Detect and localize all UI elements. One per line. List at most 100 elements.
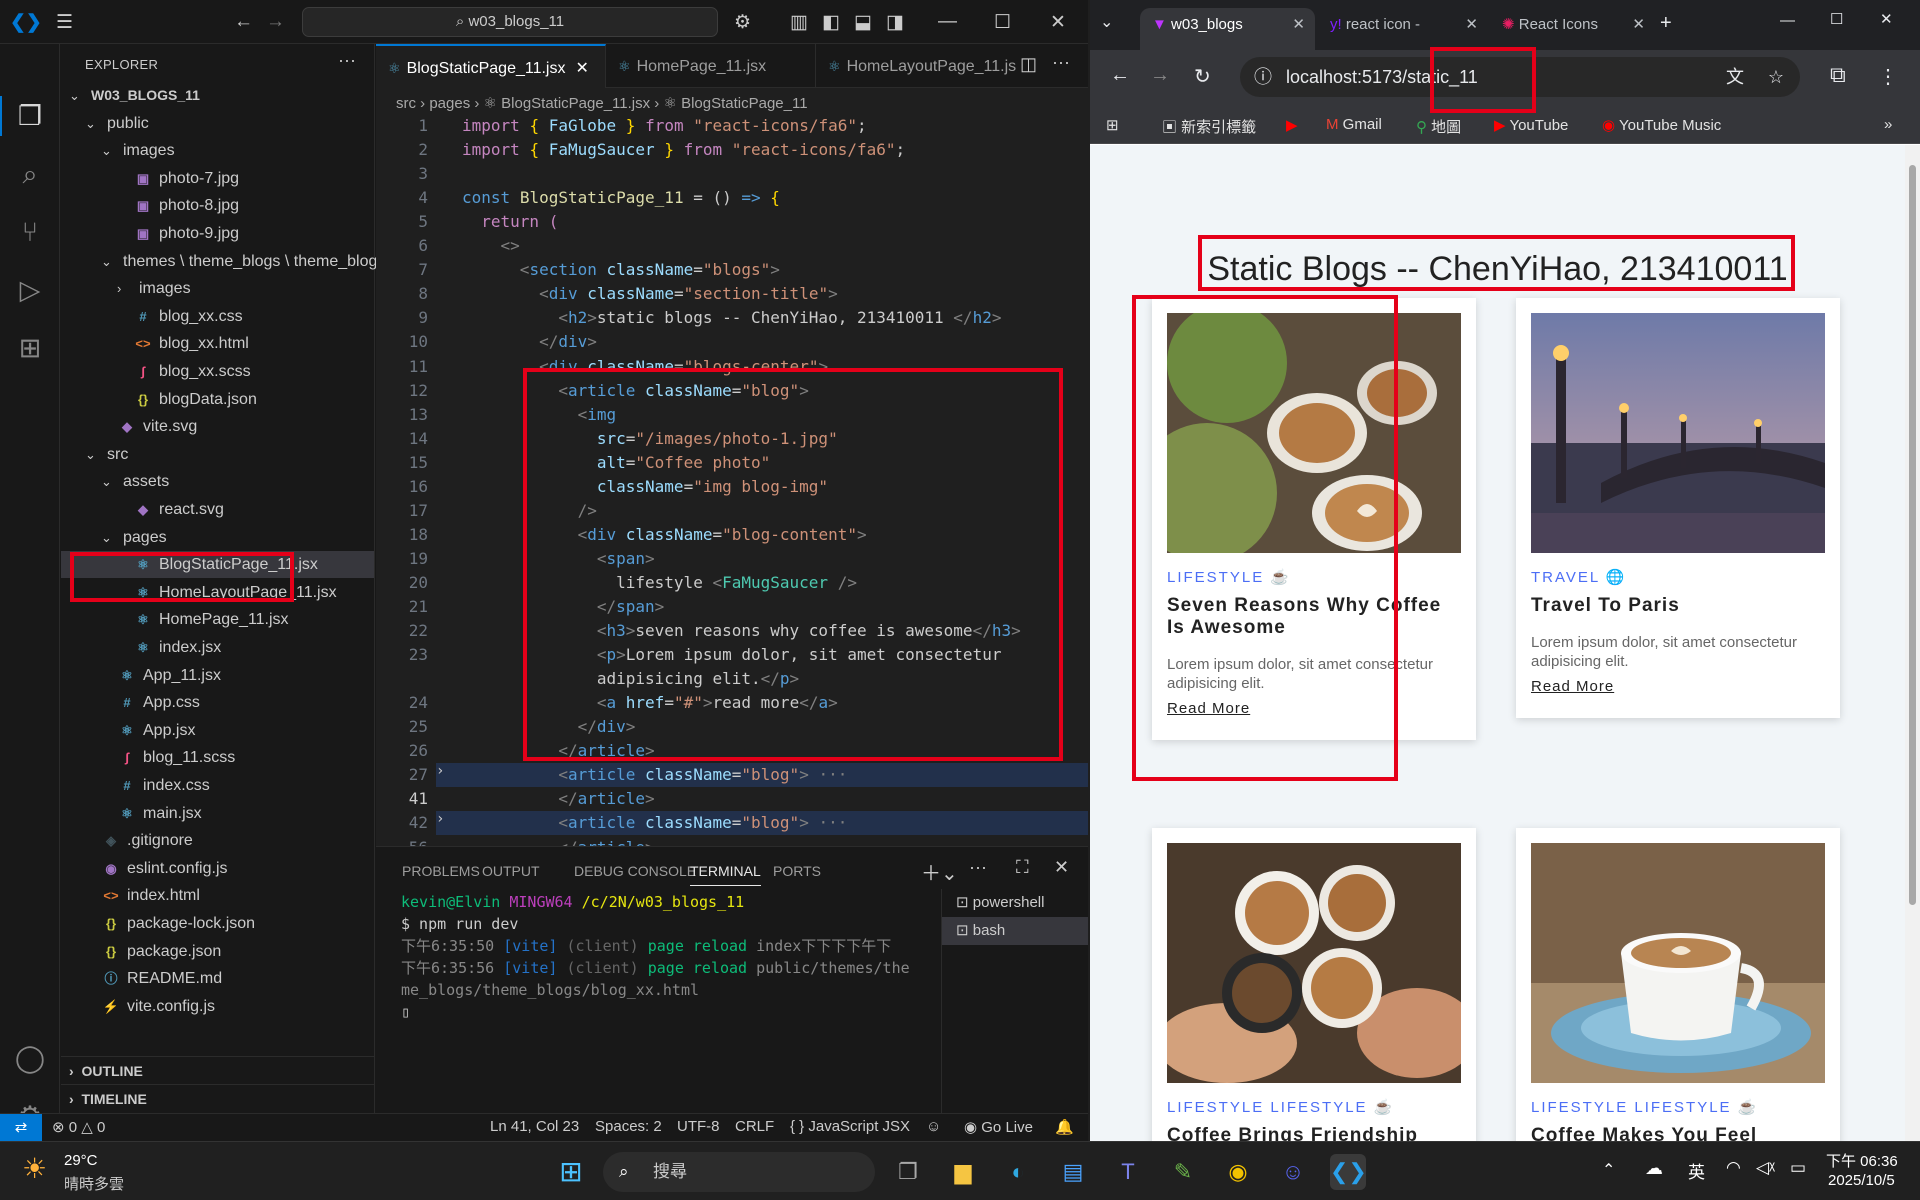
tree-file[interactable]: ▣ photo-8.jpg	[61, 192, 374, 219]
tree-file[interactable]: # index.css	[61, 772, 374, 799]
code-line[interactable]: <article className="blog"> ···	[436, 763, 1088, 788]
clock-time[interactable]: 下午 06:36	[1826, 1150, 1898, 1171]
tab-search-icon[interactable]: ⌄	[1100, 12, 1113, 32]
menu-icon[interactable]: ☰	[56, 11, 73, 34]
bookmark-gmail[interactable]: M Gmail	[1326, 116, 1382, 133]
notifications-icon[interactable]: 🔔	[1055, 1118, 1074, 1136]
breadcrumb[interactable]: src › pages › ⚛ BlogStaticPage_11.jsx › …	[396, 94, 808, 112]
minimize-icon[interactable]: —	[938, 11, 957, 33]
bookmarks-overflow-icon[interactable]: »	[1884, 116, 1892, 133]
tree-file[interactable]: ⚡ vite.config.js	[61, 993, 374, 1020]
split-editor-icon[interactable]: ◫	[1020, 54, 1037, 75]
tree-file[interactable]: ʃ blog_xx.scss	[61, 358, 374, 385]
toggle-secondary-sidebar-icon[interactable]: ◨	[886, 11, 904, 34]
back-icon[interactable]: ←	[1110, 64, 1130, 87]
terminal-item-bash[interactable]: ⊡ bash	[942, 917, 1088, 945]
tree-file[interactable]: ◉ eslint.config.js	[61, 855, 374, 882]
search-icon[interactable]: ⌕	[12, 156, 48, 192]
windows-start-icon[interactable]: ⊞	[553, 1154, 589, 1190]
tab-close-icon[interactable]: ✕	[575, 60, 588, 77]
panel-tab-output[interactable]: OUTPUT	[482, 863, 540, 879]
chrome-icon[interactable]: ◉	[1220, 1154, 1256, 1190]
terminal-item-powershell[interactable]: ⊡ powershell	[942, 889, 1088, 917]
bookmark-star-icon[interactable]: ☆	[1768, 57, 1784, 97]
remote-icon[interactable]: ⇄	[0, 1114, 42, 1142]
toggle-sidebar-icon[interactable]: ◧	[822, 11, 840, 34]
tree-folder[interactable]: ⌄ pages	[61, 524, 374, 551]
language-status[interactable]: { } JavaScript JSX	[790, 1118, 910, 1135]
code-line[interactable]: <h2>static blogs -- ChenYiHao, 213410011…	[462, 306, 1001, 330]
source-control-icon[interactable]: ⑂	[12, 214, 48, 250]
tree-file[interactable]: ⚛ main.jsx	[61, 800, 374, 827]
account-icon[interactable]: ◯	[12, 1040, 48, 1076]
tree-file[interactable]: ⚛ HomePage_11.jsx	[61, 606, 374, 633]
code-line[interactable]: </div>	[462, 330, 597, 354]
notepad-icon[interactable]: ✎	[1165, 1154, 1201, 1190]
tree-file[interactable]: {} package-lock.json	[61, 910, 374, 937]
weather-icon[interactable]: ☀	[22, 1152, 47, 1185]
explorer-icon[interactable]: ❐	[12, 98, 48, 134]
translate-icon[interactable]: 文	[1726, 57, 1744, 97]
panel-tab-problems[interactable]: PROBLEMS	[402, 863, 480, 879]
tree-file[interactable]: # blog_xx.css	[61, 303, 374, 330]
temperature[interactable]: 29°C	[64, 1152, 98, 1169]
tree-folder[interactable]: ⌄ public	[61, 110, 374, 137]
maximize-panel-icon[interactable]: ⛶	[1016, 857, 1029, 878]
tab-close-icon[interactable]: ✕	[1632, 8, 1645, 42]
ime-indicator[interactable]: 英	[1688, 1158, 1705, 1183]
tab-close-icon[interactable]: ✕	[1292, 8, 1305, 42]
panel-more-icon[interactable]: ···	[969, 857, 987, 878]
code-line[interactable]: const BlogStaticPage_11 = () => {	[462, 186, 780, 210]
tree-folder[interactable]: › images	[61, 275, 374, 302]
panel-tab-ports[interactable]: PORTS	[773, 863, 821, 879]
battery-icon[interactable]: ▭	[1790, 1158, 1806, 1178]
extensions-icon[interactable]: ⊞	[12, 330, 48, 366]
file-explorer-icon[interactable]: ▆	[945, 1154, 981, 1190]
tree-file[interactable]: {} blogData.json	[61, 386, 374, 413]
code-line[interactable]: <article className="blog"> ···	[436, 811, 1088, 836]
panel-tab-terminal[interactable]: TERMINAL	[690, 863, 761, 886]
tree-file[interactable]: ◆ react.svg	[61, 496, 374, 523]
new-terminal-icon[interactable]: ＋⌄	[921, 857, 958, 886]
tree-folder[interactable]: ⌄ W03_BLOGS_11	[61, 82, 374, 109]
code-line[interactable]: import { FaGlobe } from "react-icons/fa6…	[462, 114, 867, 138]
forward-icon[interactable]: →	[1150, 64, 1170, 87]
fold-chevron-icon[interactable]: ›	[436, 811, 444, 827]
discord-icon[interactable]: ☺	[1275, 1154, 1311, 1190]
fold-chevron-icon[interactable]: ›	[436, 763, 444, 779]
golive-button[interactable]: ◉ Go Live	[964, 1118, 1033, 1136]
tab-homelayoutpage[interactable]: ⚛ HomeLayoutPage_11.js	[816, 44, 1016, 88]
timeline-section[interactable]: › TIMELINE	[61, 1084, 374, 1112]
site-info-icon[interactable]: ⓘ	[1254, 57, 1272, 97]
close-panel-icon[interactable]: ✕	[1054, 857, 1069, 878]
maximize-icon[interactable]: ☐	[994, 11, 1011, 34]
wifi-icon[interactable]: ◠	[1726, 1158, 1741, 1178]
terminal-output[interactable]: kevin@Elvin MINGW64 /c/2N/w03_blogs_11 $…	[401, 891, 961, 1023]
tree-file[interactable]: {} package.json	[61, 938, 374, 965]
browser-tab[interactable]: ✺ React Icons ✕	[1490, 8, 1655, 50]
tray-overflow-icon[interactable]: ⌃	[1602, 1160, 1615, 1180]
minimize-icon[interactable]: —	[1780, 12, 1795, 29]
code-line[interactable]: <section className="blogs">	[462, 258, 780, 282]
weather-desc[interactable]: 晴時多雲	[64, 1173, 124, 1194]
eol-status[interactable]: CRLF	[735, 1118, 774, 1135]
tree-file[interactable]: ◆ vite.svg	[61, 413, 374, 440]
clock-date[interactable]: 2025/10/5	[1828, 1172, 1895, 1189]
taskbar-search[interactable]: ⌕ 搜尋	[603, 1152, 875, 1192]
close-icon[interactable]: ✕	[1880, 10, 1893, 28]
tree-folder[interactable]: ⌄ src	[61, 441, 374, 468]
run-debug-icon[interactable]: ▷	[12, 272, 48, 308]
bookmark-newtab[interactable]: ▣ 新索引標籤	[1162, 116, 1256, 137]
tab-homepage[interactable]: ⚛ HomePage_11.jsx	[606, 44, 816, 88]
code-line[interactable]: return (	[462, 210, 558, 234]
tree-file[interactable]: <> blog_xx.html	[61, 330, 374, 357]
vscode-taskbar-icon[interactable]: ❮❯	[1330, 1154, 1367, 1190]
read-more-link[interactable]: Read More	[1531, 678, 1614, 695]
store-icon[interactable]: ▤	[1055, 1154, 1091, 1190]
copilot-icon[interactable]: ⚙	[734, 11, 751, 34]
browser-tab[interactable]: ▼ w03_blogs ✕	[1140, 8, 1315, 50]
new-tab-icon[interactable]: +	[1660, 12, 1672, 35]
volume-icon[interactable]: ◁ᵡ	[1756, 1158, 1775, 1178]
tree-file[interactable]: ⚛ App_11.jsx	[61, 662, 374, 689]
editor-more-icon[interactable]: ···	[1052, 52, 1070, 73]
